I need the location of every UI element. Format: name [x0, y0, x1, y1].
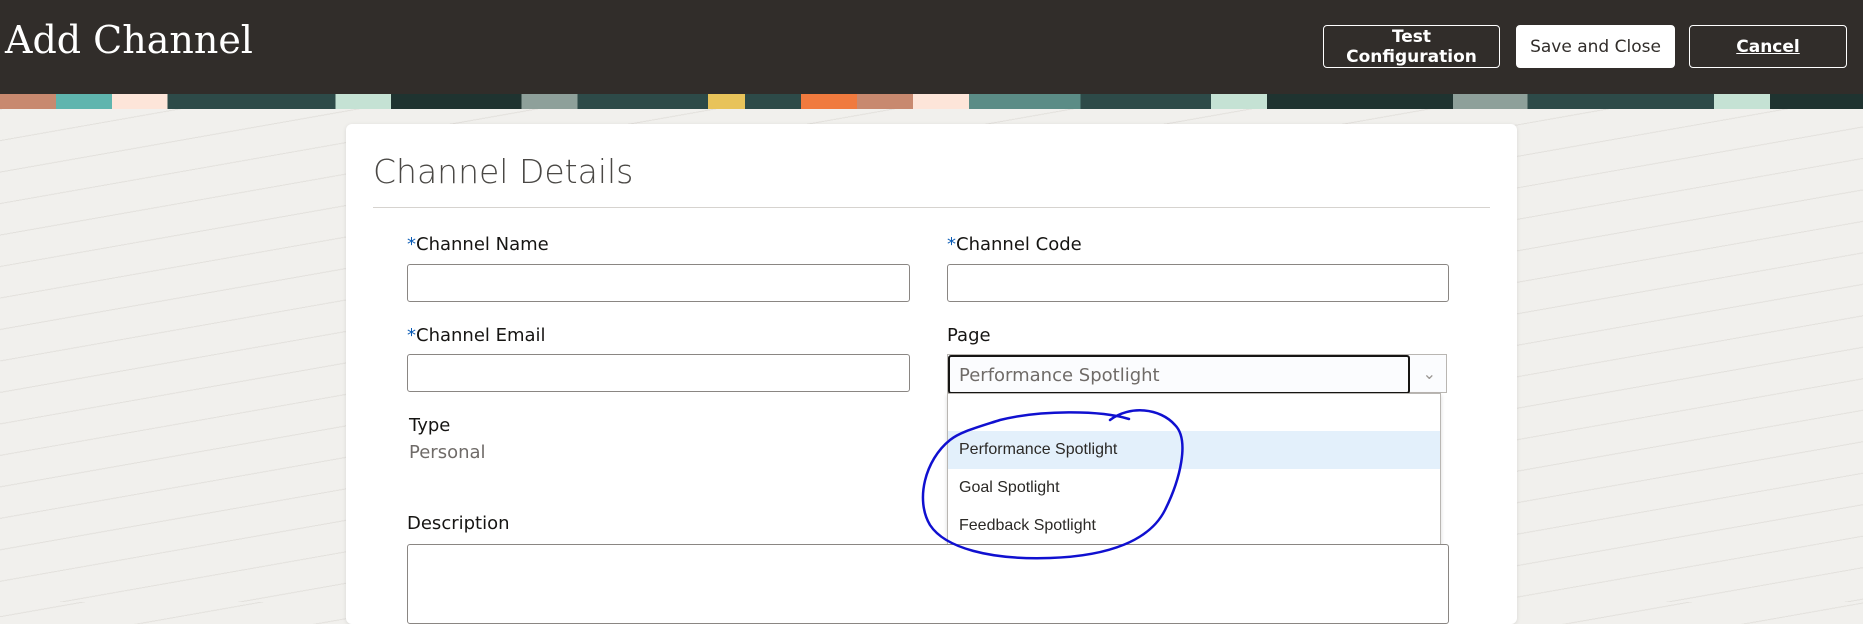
section-title: Channel Details [373, 152, 634, 191]
channel-code-input[interactable] [947, 264, 1449, 302]
chevron-down-icon[interactable]: ⌄ [1423, 364, 1436, 384]
option-performance-spotlight[interactable]: Performance Spotlight [948, 431, 1440, 469]
label-text: Channel Name [416, 234, 549, 255]
option-goal-spotlight[interactable]: Goal Spotlight [948, 469, 1440, 507]
page-dropdown-list: Performance Spotlight Goal Spotlight Fee… [947, 393, 1441, 545]
page-label: Page [947, 325, 991, 346]
page-select[interactable]: Performance Spotlight ⌄ [947, 354, 1447, 394]
page-header: Add Channel Test Configuration Save and … [0, 0, 1863, 94]
page-select-value[interactable]: Performance Spotlight [948, 355, 1410, 394]
label-text: Channel Email [416, 325, 546, 346]
channel-code-label: *Channel Code [947, 234, 1082, 255]
required-marker: * [407, 325, 416, 346]
channel-email-label: *Channel Email [407, 325, 546, 346]
page-title: Add Channel [5, 18, 253, 62]
required-marker: * [947, 234, 956, 255]
cancel-button[interactable]: Cancel [1689, 25, 1847, 68]
divider [373, 207, 1490, 208]
type-value: Personal [409, 442, 486, 463]
channel-email-input[interactable] [407, 354, 910, 392]
description-label: Description [407, 513, 510, 534]
label-text: Channel Code [956, 234, 1082, 255]
channel-name-input[interactable] [407, 264, 910, 302]
description-textarea[interactable] [407, 544, 1449, 624]
type-label: Type [409, 415, 451, 436]
save-and-close-button[interactable]: Save and Close [1516, 25, 1675, 68]
decorative-banner [0, 94, 1863, 109]
option-feedback-spotlight[interactable]: Feedback Spotlight [948, 507, 1440, 545]
required-marker: * [407, 234, 416, 255]
test-configuration-button[interactable]: Test Configuration [1323, 25, 1500, 68]
channel-name-label: *Channel Name [407, 234, 549, 255]
